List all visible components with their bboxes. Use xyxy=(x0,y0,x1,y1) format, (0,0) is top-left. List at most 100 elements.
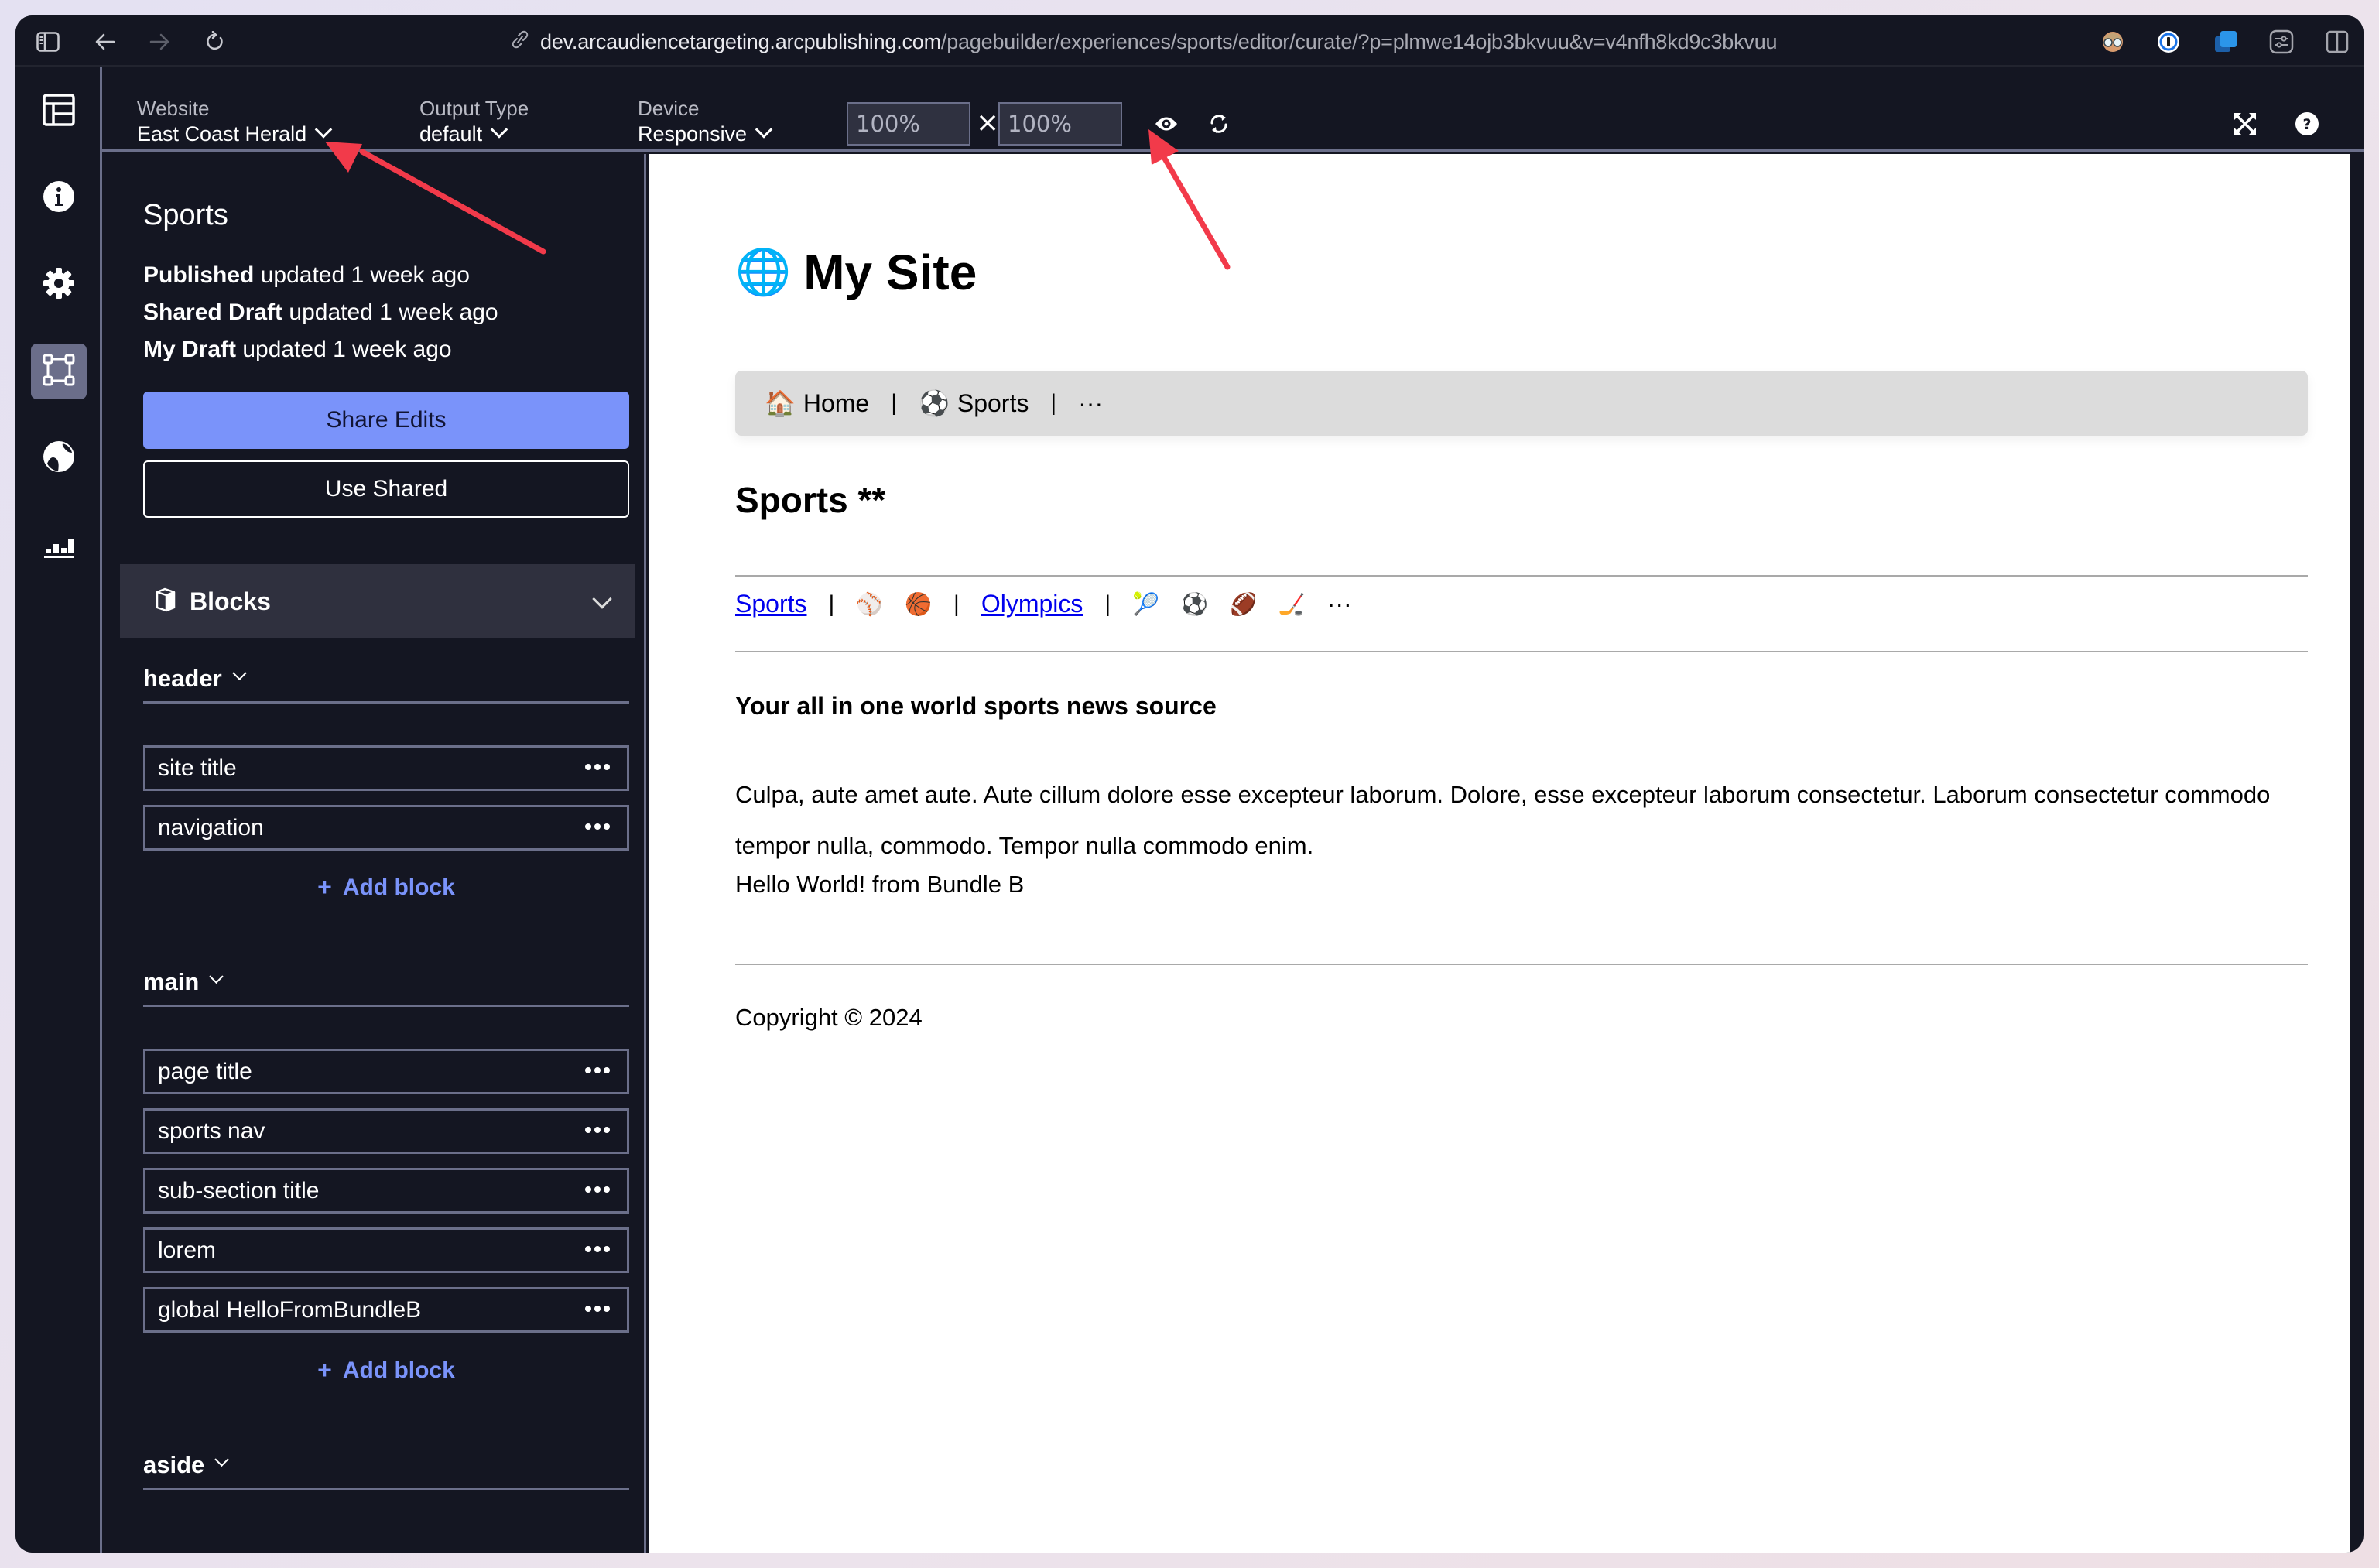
lorem-text: Culpa, aute amet aute. Aute cillum dolor… xyxy=(735,781,2271,859)
more-options-icon[interactable] xyxy=(585,1067,610,1073)
nav-label: Sports xyxy=(957,389,1029,417)
sidebar-toggle-icon[interactable] xyxy=(34,28,62,56)
sports-nav-more[interactable]: ··· xyxy=(1327,590,1352,618)
block-label: global HelloFromBundleB xyxy=(158,1296,422,1323)
copyright: Copyright © 2024 xyxy=(735,1004,923,1031)
block-item[interactable]: lorem xyxy=(143,1227,629,1273)
more-options-icon[interactable] xyxy=(585,1306,610,1312)
rail-item-info[interactable] xyxy=(31,170,87,226)
window-extension-icon[interactable] xyxy=(2210,26,2241,57)
add-block-label: Add block xyxy=(342,874,455,900)
tennis-icon[interactable]: 🎾 xyxy=(1132,591,1159,617)
globe-emoji-icon: 🌐 xyxy=(735,247,792,297)
icon-rail xyxy=(15,67,102,1553)
add-block-label: Add block xyxy=(342,1357,455,1383)
hockey-icon[interactable]: 🏒 xyxy=(1278,591,1306,617)
more-options-icon[interactable] xyxy=(585,1246,610,1252)
height-input[interactable]: 100% xyxy=(998,102,1122,146)
refresh-icon[interactable] xyxy=(1203,108,1234,139)
device-label: Device xyxy=(638,97,700,120)
divider xyxy=(735,575,2308,577)
link-icon xyxy=(511,29,529,55)
more-options-icon[interactable] xyxy=(585,1186,610,1193)
block-item[interactable]: sub-section title xyxy=(143,1168,629,1214)
fullscreen-icon[interactable] xyxy=(2230,108,2261,139)
rail-item-settings[interactable] xyxy=(31,257,87,313)
nav-separator: | xyxy=(828,591,835,617)
cube-icon xyxy=(156,587,176,616)
baseball-icon[interactable]: ⚾ xyxy=(856,591,883,617)
block-label: site title xyxy=(158,755,237,781)
section-main-toggle[interactable]: main xyxy=(143,968,629,1007)
chevron-down-icon xyxy=(214,1452,229,1467)
device-selector[interactable]: Device Responsive xyxy=(638,96,773,147)
editor-toolbar: Website East Coast Herald Output Type de… xyxy=(102,67,2364,152)
share-edits-button[interactable]: Share Edits xyxy=(143,392,629,449)
football-icon[interactable]: 🏈 xyxy=(1230,591,1257,617)
preview-eye-icon[interactable] xyxy=(1151,108,1182,139)
nav-item-home[interactable]: 🏠 Home xyxy=(765,389,869,418)
tagline: Your all in one world sports news source xyxy=(735,692,1217,720)
chevron-down-icon xyxy=(209,969,224,984)
reload-icon[interactable] xyxy=(201,28,229,56)
help-icon[interactable]: ? xyxy=(2292,108,2323,139)
more-options-icon[interactable] xyxy=(585,1127,610,1133)
rail-item-layout[interactable] xyxy=(31,84,87,139)
basketball-icon[interactable]: 🏀 xyxy=(905,591,932,617)
add-block-button[interactable]: + Add block xyxy=(143,1356,629,1385)
back-icon[interactable] xyxy=(91,28,119,56)
split-view-icon[interactable] xyxy=(2322,26,2353,57)
sports-link[interactable]: Sports xyxy=(735,590,806,618)
nav-more-button[interactable]: ··· xyxy=(1078,389,1103,418)
footer-divider xyxy=(735,964,2308,965)
address-bar[interactable]: dev.arcaudiencetargeting.arcpublishing.c… xyxy=(511,26,1778,57)
block-label: lorem xyxy=(158,1237,217,1263)
rail-item-globe[interactable] xyxy=(31,430,87,486)
nav-separator: | xyxy=(1050,390,1057,416)
soccer-ball-icon: ⚽ xyxy=(919,389,950,417)
chevron-down-icon xyxy=(314,121,333,139)
chevron-down-icon xyxy=(490,121,508,139)
section-aside-toggle[interactable]: aside xyxy=(143,1451,629,1490)
nav-separator: | xyxy=(953,591,960,617)
more-options-icon[interactable] xyxy=(585,764,610,770)
forward-icon[interactable] xyxy=(145,28,173,56)
nav-separator: | xyxy=(891,390,897,416)
output-type-label: Output Type xyxy=(419,97,529,120)
layout-icon xyxy=(43,94,75,129)
device-value: Responsive xyxy=(638,122,748,146)
plus-icon: + xyxy=(317,873,332,901)
olympics-link[interactable]: Olympics xyxy=(981,590,1083,618)
output-type-selector[interactable]: Output Type default xyxy=(419,96,529,147)
block-item[interactable]: global HelloFromBundleB xyxy=(143,1287,629,1333)
avatar-extension-icon[interactable] xyxy=(2097,26,2128,57)
block-item[interactable]: sports nav xyxy=(143,1108,629,1154)
section-header-toggle[interactable]: header xyxy=(143,665,629,704)
website-selector[interactable]: Website East Coast Herald xyxy=(137,96,333,147)
rail-item-analytics[interactable] xyxy=(31,517,87,573)
blocks-accordion[interactable]: Blocks xyxy=(120,564,635,638)
browser-toolbar: dev.arcaudiencetargeting.arcpublishing.c… xyxy=(15,15,2364,67)
rail-item-curate[interactable] xyxy=(31,344,87,399)
section-name: main xyxy=(143,968,200,995)
settings-sliders-icon[interactable] xyxy=(2266,26,2297,57)
width-input[interactable]: 100% xyxy=(847,102,970,146)
block-item[interactable]: navigation xyxy=(143,805,629,851)
divider xyxy=(735,651,2308,652)
block-item[interactable]: page title xyxy=(143,1049,629,1094)
page-preview: 🌐 My Site 🏠 Home | ⚽ Sports | ··· Sports *… xyxy=(649,154,2350,1553)
chevron-down-icon xyxy=(231,666,247,681)
block-label: sports nav xyxy=(158,1118,265,1144)
block-label: navigation xyxy=(158,814,264,840)
add-block-button[interactable]: + Add block xyxy=(143,873,629,902)
soccer-ball-icon[interactable]: ⚽ xyxy=(1181,591,1208,617)
password-manager-icon[interactable] xyxy=(2153,26,2184,57)
block-item[interactable]: site title xyxy=(143,745,629,791)
site-title-text: My Site xyxy=(803,245,977,300)
status-my-draft: My Draft updated 1 week ago xyxy=(143,337,452,362)
hello-bundle-text: Hello World! from Bundle B xyxy=(735,871,1025,898)
nav-item-sports[interactable]: ⚽ Sports xyxy=(919,389,1029,418)
use-shared-button[interactable]: Use Shared xyxy=(143,460,629,518)
site-navigation: 🏠 Home | ⚽ Sports | ··· xyxy=(735,371,2308,436)
more-options-icon[interactable] xyxy=(585,823,610,830)
